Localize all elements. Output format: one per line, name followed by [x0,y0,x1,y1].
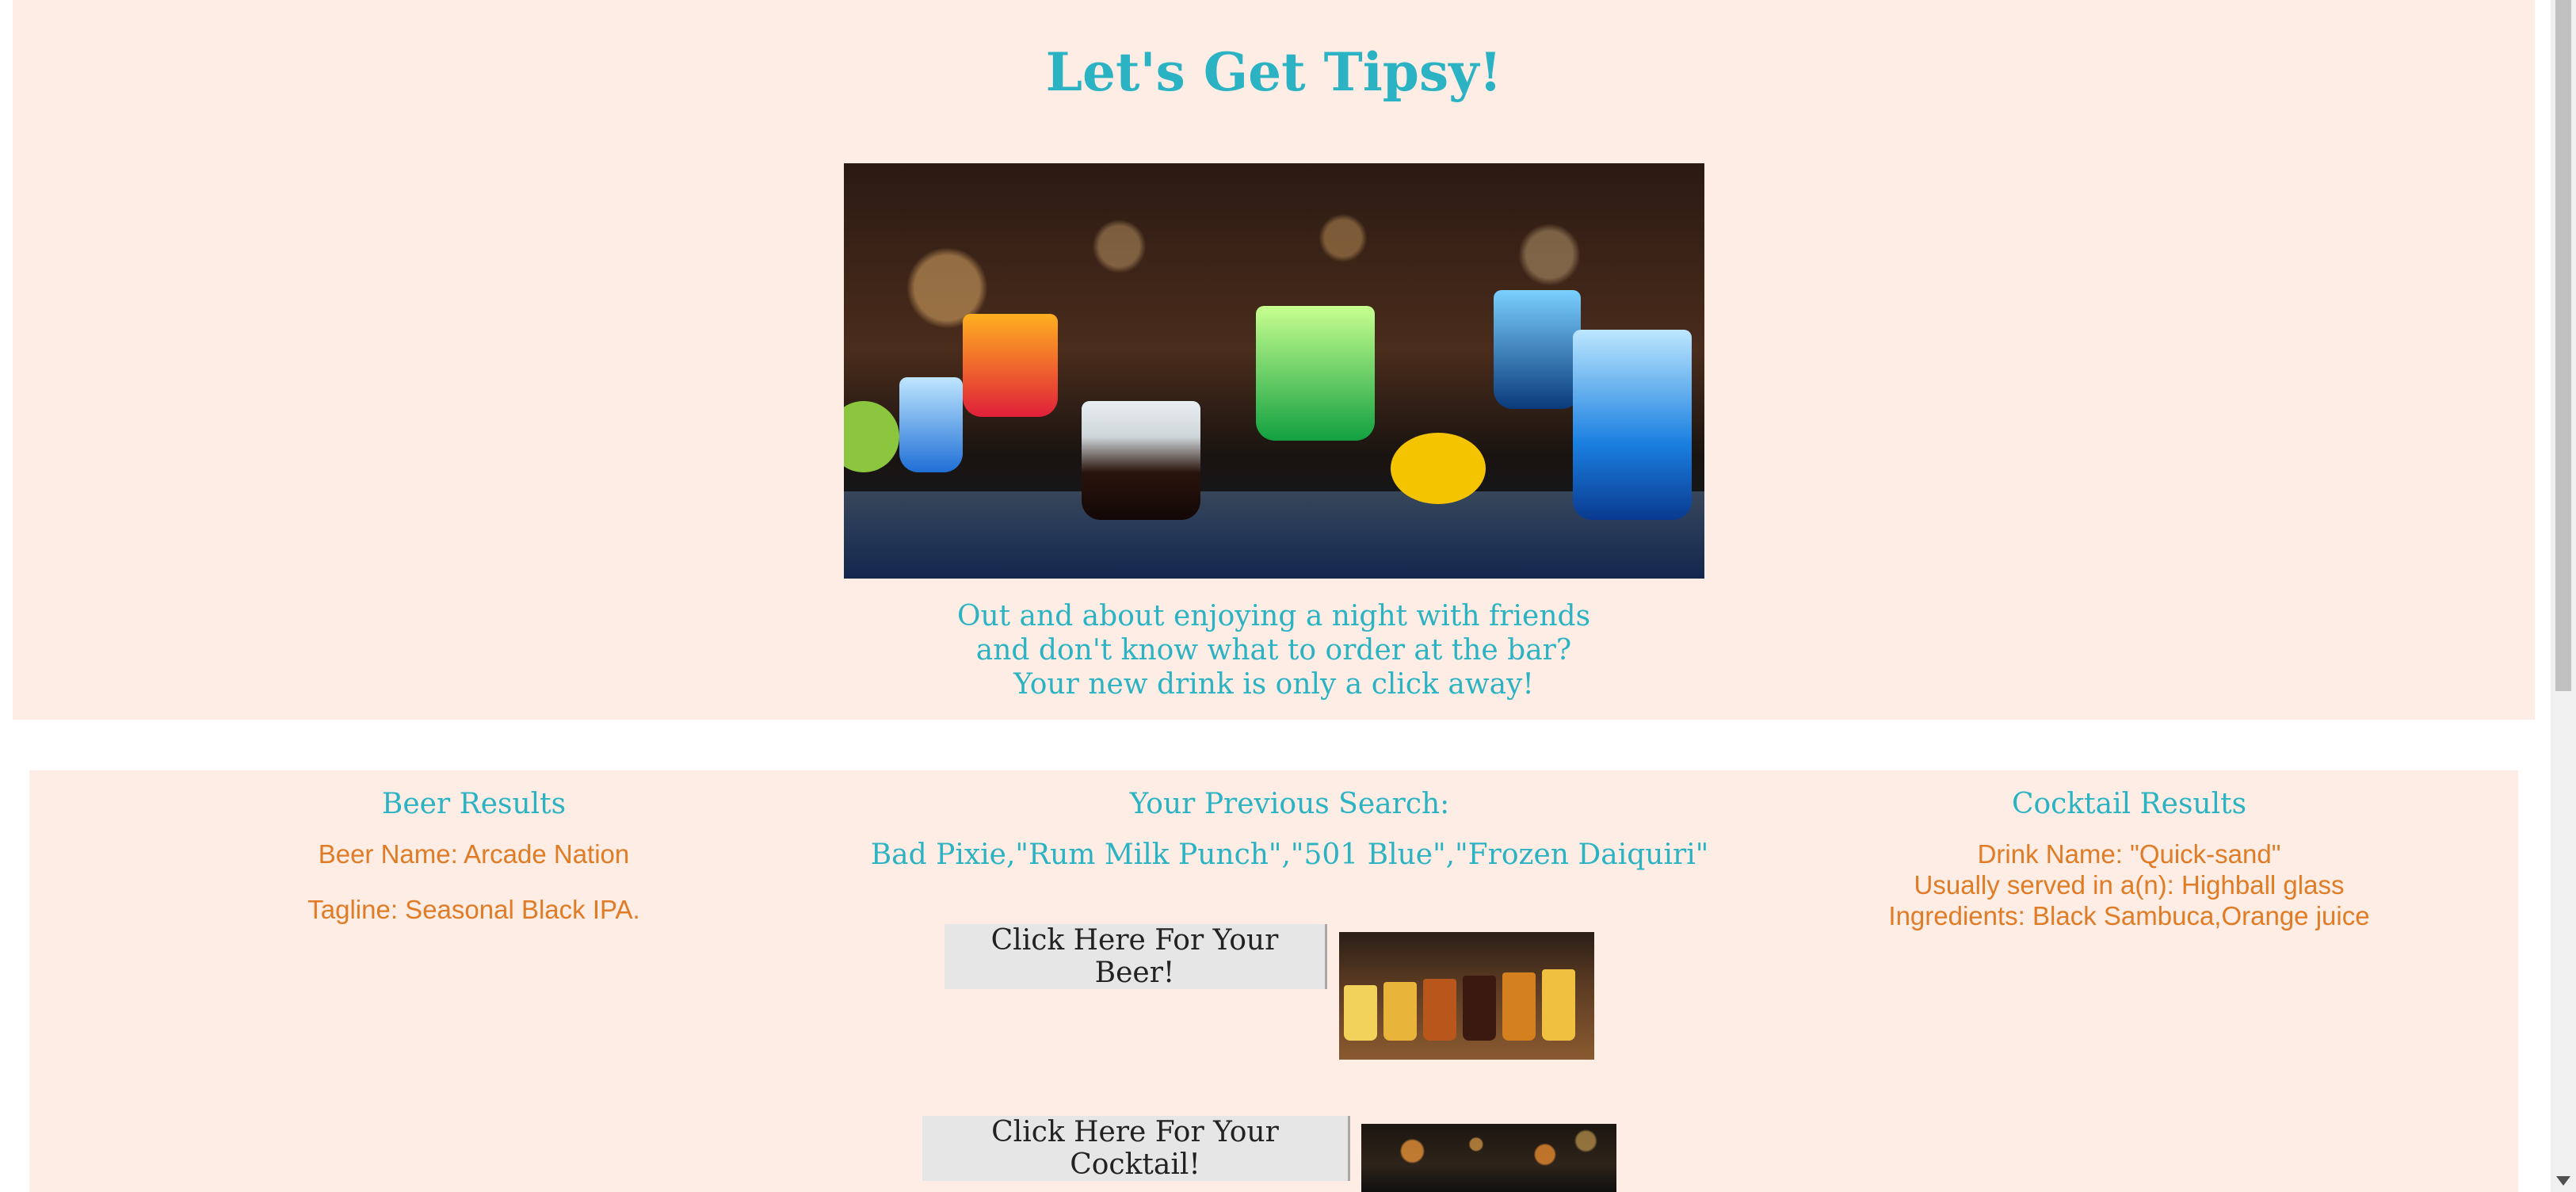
beer-glass-2 [1383,982,1417,1041]
previous-search-heading: Your Previous Search: [1129,788,1450,820]
cocktail-name: Drink Name: "Quick-sand" [1977,839,2281,869]
tagline-line-1: Out and about enjoying a night with frie… [956,600,1591,632]
cocktail-ingredients: Ingredients: Black Sambuca,Orange juice [1888,901,2370,930]
hero-panel: Let's Get Tipsy! Out and about enjoying … [13,0,2535,720]
highball-blue-glass [1573,330,1692,520]
green-apple [844,401,899,472]
cocktail-glass: Usually served in a(n): Highball glass [1914,870,2345,900]
beer-name: Beer Name: Arcade Nation [318,839,630,869]
beer-button[interactable]: Click Here For Your Beer! [945,924,1327,989]
previous-search-value: Bad Pixie,"Rum Milk Punch","501 Blue","F… [870,839,1709,871]
beer-glass-5 [1502,972,1536,1041]
beer-tagline: Tagline: Seasonal Black IPA. [307,895,640,924]
whiskey-glass [1082,401,1200,520]
green-cocktail-glass [1256,306,1375,441]
beer-glass-1 [1344,985,1377,1041]
lemon [1391,433,1486,504]
tagline-line-2: and don't know what to order at the bar? [975,634,1572,667]
scroll-down-arrow-icon[interactable] [2556,1176,2570,1186]
results-panel: Beer Results Beer Name: Arcade Nation Ta… [29,770,2518,1192]
beer-glass-6 [1542,969,1575,1041]
beer-glass-4 [1463,976,1496,1041]
cocktail-button[interactable]: Click Here For Your Cocktail! [922,1116,1350,1181]
tagline-line-3: Your new drink is only a click away! [1013,668,1534,701]
beer-flight-image [1339,932,1594,1060]
hero-cocktails-image [844,163,1704,579]
cocktail-results-heading: Cocktail Results [2011,788,2247,820]
margarita-glass [963,314,1058,417]
page-title: Let's Get Tipsy! [1045,41,1502,103]
blue-wine-glass [1494,290,1581,409]
beer-results-heading: Beer Results [381,788,567,820]
shot-glass-blue [899,377,963,472]
scrollbar-thumb[interactable] [2555,0,2571,691]
hero-tagline: Out and about enjoying a night with frie… [13,599,2535,701]
vertical-scrollbar[interactable] [2551,0,2576,1192]
cocktail-bar-image [1361,1124,1616,1192]
beer-glass-3 [1423,979,1456,1041]
